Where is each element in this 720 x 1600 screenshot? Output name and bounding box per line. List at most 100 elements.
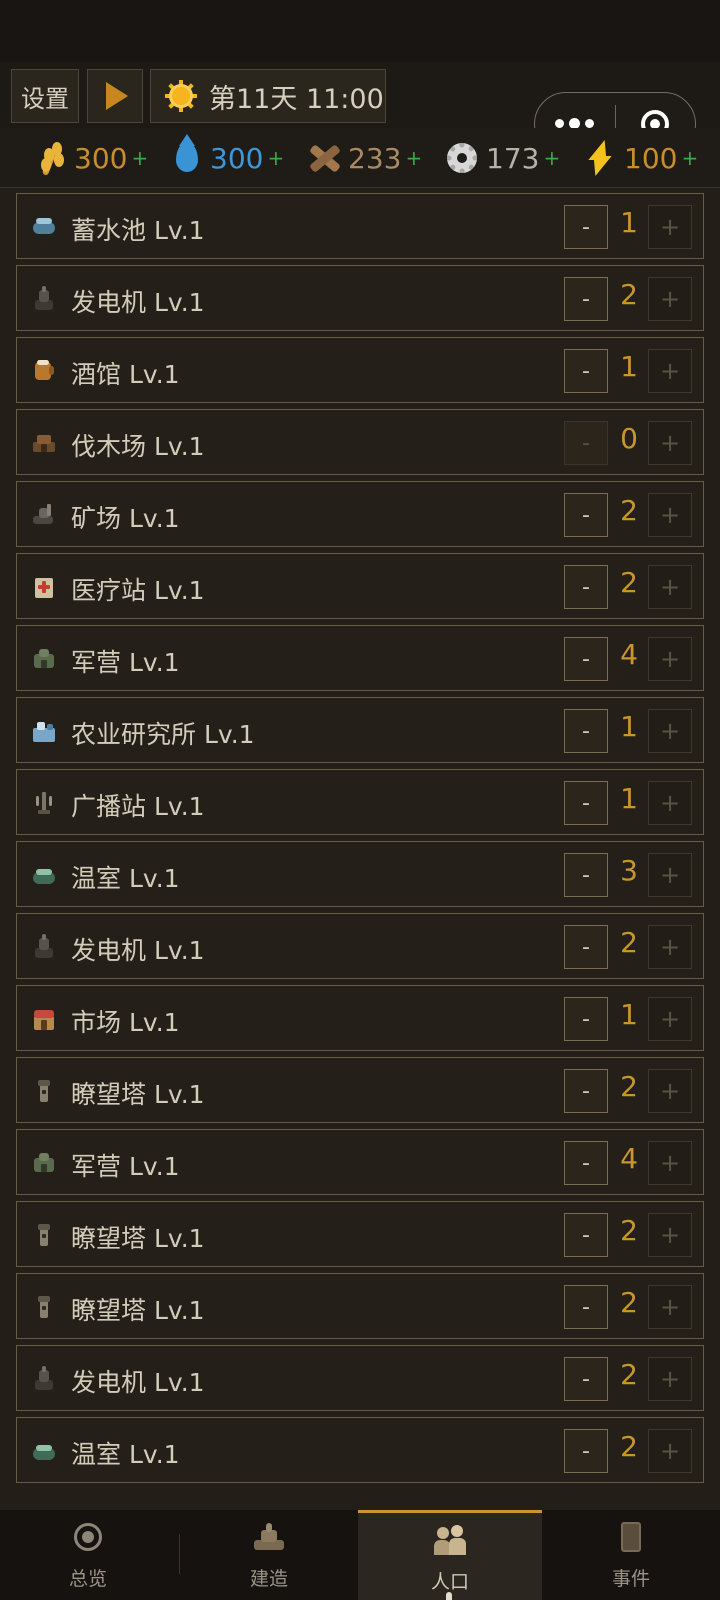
decrease-workers-button[interactable]: - <box>564 565 608 609</box>
research-lab-icon <box>31 718 57 744</box>
resource-parts: 173 + <box>444 138 560 178</box>
worker-count: 2 <box>620 1358 638 1391</box>
resource-water: 300 + <box>168 134 284 178</box>
greenhouse-icon <box>31 1438 57 1464</box>
increase-workers-button[interactable]: + <box>648 925 692 969</box>
building-name: 酒馆 Lv.1 <box>71 360 180 389</box>
worker-count: 1 <box>620 710 638 743</box>
increase-workers-button[interactable]: + <box>648 421 692 465</box>
building-row: 酒馆 Lv.1 -1 + <box>16 337 704 403</box>
increase-workers-button[interactable]: + <box>648 565 692 609</box>
worker-count: 2 <box>620 566 638 599</box>
decrease-workers-button[interactable]: - <box>564 1069 608 1113</box>
decrease-workers-button[interactable]: - <box>564 1285 608 1329</box>
decrease-workers-button[interactable]: - <box>564 205 608 249</box>
building-name: 广播站 Lv.1 <box>71 792 205 821</box>
building-name: 温室 Lv.1 <box>71 1440 180 1469</box>
events-icon <box>614 1520 648 1554</box>
decrease-workers-button[interactable]: - <box>564 1429 608 1473</box>
resource-plus: + <box>405 146 423 170</box>
generator-icon <box>31 934 57 960</box>
watchtower-icon <box>31 1078 57 1104</box>
overview-icon <box>71 1520 105 1554</box>
increase-workers-button[interactable]: + <box>648 1213 692 1257</box>
increase-workers-button[interactable]: + <box>648 1285 692 1329</box>
increase-workers-button[interactable]: + <box>648 997 692 1041</box>
increase-workers-button[interactable]: + <box>648 1141 692 1185</box>
decrease-workers-button[interactable]: - <box>564 925 608 969</box>
increase-workers-button[interactable]: + <box>648 853 692 897</box>
building-row: 瞭望塔 Lv.1 -2 + <box>16 1057 704 1123</box>
decrease-workers-button[interactable]: - <box>564 1141 608 1185</box>
increase-workers-button[interactable]: + <box>648 637 692 681</box>
tab-label: 建造 <box>249 1568 288 1590</box>
mine-icon <box>31 502 57 528</box>
building-row: 瞭望塔 Lv.1 -2 + <box>16 1273 704 1339</box>
generator-icon <box>31 1366 57 1392</box>
increase-workers-button[interactable]: + <box>648 493 692 537</box>
building-name: 温室 Lv.1 <box>71 864 180 893</box>
settings-button[interactable]: 设置 <box>11 69 79 123</box>
decrease-workers-button[interactable]: - <box>564 349 608 393</box>
greenhouse-icon <box>31 862 57 888</box>
sun-icon <box>165 80 197 112</box>
increase-workers-button[interactable]: + <box>648 1429 692 1473</box>
market-icon <box>31 1006 57 1032</box>
increase-workers-button[interactable]: + <box>648 1069 692 1113</box>
building-row: 发电机 Lv.1 -2 + <box>16 913 704 979</box>
watchtower-icon <box>31 1222 57 1248</box>
play-button[interactable] <box>87 69 143 123</box>
increase-workers-button[interactable]: + <box>648 1357 692 1401</box>
increase-workers-button[interactable]: + <box>648 349 692 393</box>
resource-plus: + <box>131 146 149 170</box>
tab-build[interactable]: 建造 <box>180 1510 358 1600</box>
worker-count: 2 <box>620 278 638 311</box>
tab-events[interactable]: 事件 <box>542 1510 720 1600</box>
building-row: 伐木场 Lv.1 -0 + <box>16 409 704 475</box>
generator-icon <box>31 286 57 312</box>
worker-count: 2 <box>620 1430 638 1463</box>
building-name: 军营 Lv.1 <box>71 648 180 677</box>
lumberyard-icon <box>31 430 57 456</box>
worker-count: 4 <box>620 638 638 671</box>
worker-count: 4 <box>620 1142 638 1175</box>
day-time-display: 第11天 11:00 <box>150 69 386 123</box>
worker-count: 1 <box>620 782 638 815</box>
building-row: 广播站 Lv.1 -1 + <box>16 769 704 835</box>
decrease-workers-button[interactable]: - <box>564 1213 608 1257</box>
tab-population[interactable]: 人口 <box>358 1510 542 1600</box>
decrease-workers-button[interactable]: - <box>564 781 608 825</box>
resource-bar: 300 + 300 + 233 + 173 + 100 + <box>0 128 720 188</box>
increase-workers-button[interactable]: + <box>648 277 692 321</box>
tab-overview[interactable]: 总览 <box>0 1510 176 1600</box>
decrease-workers-button[interactable]: - <box>564 277 608 321</box>
decrease-workers-button[interactable]: - <box>564 1357 608 1401</box>
worker-count: 2 <box>620 1286 638 1319</box>
decrease-workers-button[interactable]: - <box>564 637 608 681</box>
wheat-icon <box>32 140 68 176</box>
increase-workers-button[interactable]: + <box>648 781 692 825</box>
barracks-icon <box>31 646 57 672</box>
resource-wood: 233 + <box>306 138 422 178</box>
worker-count: 2 <box>620 1070 638 1103</box>
resource-food: 300 + <box>32 138 148 178</box>
decrease-workers-button[interactable]: - <box>564 493 608 537</box>
increase-workers-button[interactable]: + <box>648 205 692 249</box>
decrease-workers-button[interactable]: - <box>564 997 608 1041</box>
status-bar <box>0 0 720 62</box>
tavern-icon <box>31 358 57 384</box>
building-name: 蓄水池 Lv.1 <box>71 216 205 245</box>
increase-workers-button[interactable]: + <box>648 709 692 753</box>
decrease-workers-button[interactable]: - <box>564 709 608 753</box>
worker-count: 3 <box>620 854 638 887</box>
radio-tower-icon <box>31 790 57 816</box>
building-name: 矿场 Lv.1 <box>71 504 180 533</box>
play-icon <box>106 82 128 110</box>
home-indicator <box>446 1592 452 1600</box>
decrease-workers-button[interactable]: - <box>564 853 608 897</box>
decrease-workers-button[interactable]: - <box>564 421 608 465</box>
build-icon <box>252 1520 286 1554</box>
building-name: 医疗站 Lv.1 <box>71 576 205 605</box>
worker-count: 1 <box>620 998 638 1031</box>
resource-value: 173 <box>486 141 540 175</box>
